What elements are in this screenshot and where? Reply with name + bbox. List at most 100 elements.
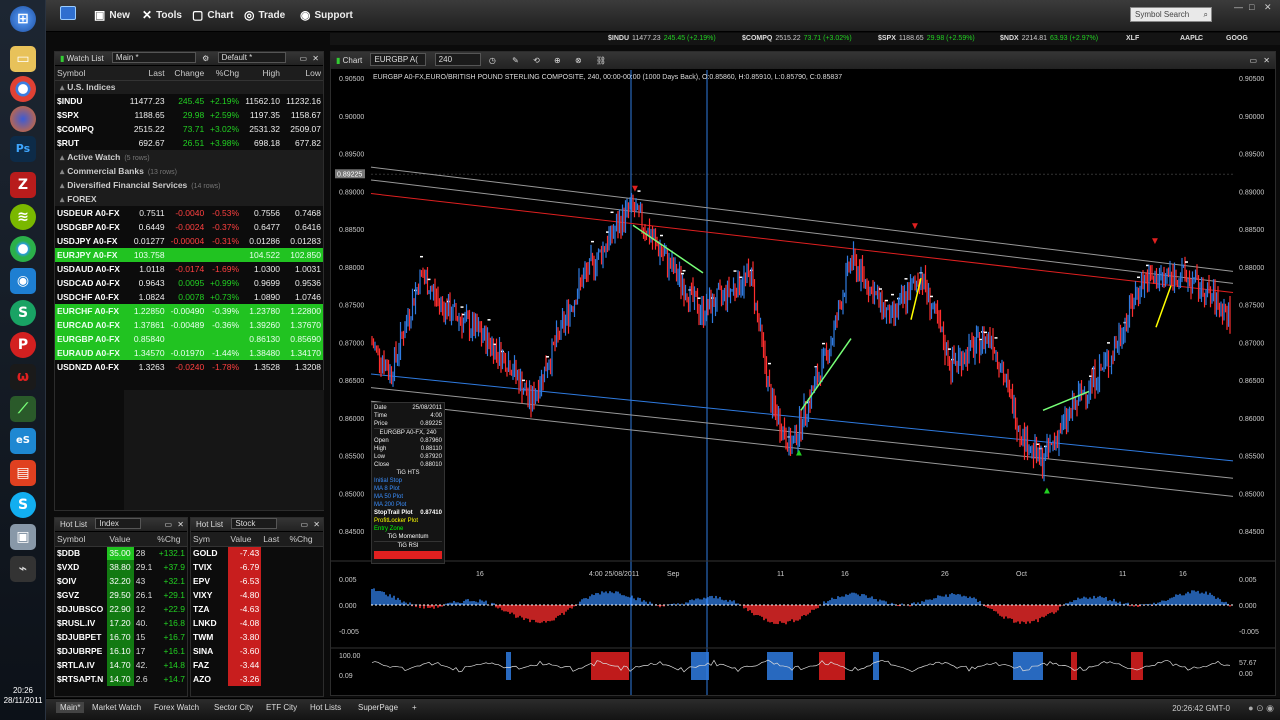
table-row[interactable]: USDNZD A0-FX 1.3263 -0.0240 -1.78% 1.3528 1.3… xyxy=(55,360,323,374)
photoshop-icon[interactable]: Ps xyxy=(10,136,36,162)
ticker-item[interactable]: $NDX 2214.81 63.93 (+2.97%) xyxy=(1000,33,1098,45)
chart-button[interactable]: ▢ Chart xyxy=(192,8,233,22)
group-row[interactable]: ▴ Active Watch (5 rows) xyxy=(55,150,323,164)
filezilla-icon[interactable]: Z xyxy=(10,172,36,198)
bottom-tab[interactable]: Forex Watch xyxy=(154,703,199,712)
collapse-icon[interactable]: ▴ xyxy=(60,194,64,204)
table-row[interactable]: USDAUD A0-FX 1.0118 -0.0174 -1.69% 1.0300 1.0… xyxy=(55,262,323,276)
esignal-icon[interactable]: eS xyxy=(10,428,36,454)
chart-app-icon[interactable]: ⟋ xyxy=(10,396,36,422)
column-header[interactable]: Change xyxy=(166,66,207,81)
bottom-tab[interactable]: Hot Lists xyxy=(310,703,341,712)
maximize-panel-icon[interactable]: ▭ xyxy=(1249,52,1257,70)
close-panel-icon[interactable]: ✕ xyxy=(312,52,319,66)
close-panel-icon[interactable]: ✕ xyxy=(313,518,320,532)
skype-icon[interactable]: S xyxy=(10,492,36,518)
list-select[interactable]: Main * xyxy=(111,52,196,63)
table-row[interactable]: USDCHF A0-FX 1.0824 0.0078 +0.73% 1.0890 1.07… xyxy=(55,290,323,304)
price-chart[interactable]: 0.90500 0.90500 0.90000 0.90000 0.89500 0.895… xyxy=(331,70,1275,695)
table-row[interactable]: USDGBP A0-FX 0.6449 -0.0024 -0.37% 0.6477 0.6… xyxy=(55,220,323,234)
maximize-panel-icon[interactable]: ▭ xyxy=(299,52,307,66)
minimize-button[interactable]: — xyxy=(1234,2,1243,12)
table-row[interactable]: $SPX 1188.65 29.98 +2.59% 1197.35 1158.67 xyxy=(55,108,323,122)
close-button[interactable]: ✕ xyxy=(1264,2,1272,13)
ticker-item[interactable]: $COMPQ 2515.22 73.71 (+3.02%) xyxy=(742,33,852,45)
table-row[interactable]: FAZ -3.44 xyxy=(191,658,323,672)
table-row[interactable]: USDCAD A0-FX 0.9643 0.0095 +0.99% 0.9699 0.95… xyxy=(55,276,323,290)
table-row[interactable]: TVIX -6.79 xyxy=(191,560,323,574)
table-row[interactable]: EURAUD A0-FX 1.34570 -0.01970 -1.44% 1.38480… xyxy=(55,346,323,360)
layout-select[interactable]: Default * xyxy=(217,52,286,63)
column-header[interactable]: Last xyxy=(125,66,167,81)
column-header[interactable]: Low xyxy=(282,66,323,81)
table-row[interactable]: $RTLA.IV 14.70 42. +14.8 xyxy=(55,658,187,672)
table-row[interactable]: EURJPY A0-FX 103.758 104.522 102.850 xyxy=(55,248,323,262)
table-row[interactable]: $GVZ 29.50 26.1 +29.1 xyxy=(55,588,187,602)
pinterest-icon[interactable]: P xyxy=(10,332,36,358)
table-row[interactable]: $DJUBRPE 16.10 17 +16.1 xyxy=(55,644,187,658)
bottom-tab[interactable]: Sector City xyxy=(214,703,253,712)
table-row[interactable]: EURCHF A0-FX 1.22850 -0.00490 -0.39% 1.23780… xyxy=(55,304,323,318)
table-row[interactable]: TWM -3.80 xyxy=(191,630,323,644)
new-button[interactable]: ▣ New xyxy=(94,8,130,22)
maximize-button[interactable]: □ xyxy=(1249,2,1254,12)
symbol-search-input[interactable]: Symbol Search ⌕ xyxy=(1130,7,1212,22)
table-row[interactable]: $DJUBSCO 22.90 12 +22.9 xyxy=(55,602,187,616)
clock-icon[interactable]: ◷ xyxy=(489,56,496,65)
chrome-icon[interactable] xyxy=(10,76,36,102)
table-row[interactable]: $DJUBPET 16.70 15 +16.7 xyxy=(55,630,187,644)
column-header[interactable]: Symbol xyxy=(55,66,126,81)
studies-icon[interactable]: ⊗ xyxy=(575,56,582,65)
table-row[interactable]: LNKD -4.08 xyxy=(191,616,323,630)
spotify-icon[interactable]: ≋ xyxy=(10,204,36,230)
search-icon[interactable]: ⌕ xyxy=(1204,8,1208,21)
table-row[interactable]: $OIV 32.20 43 +32.1 xyxy=(55,574,187,588)
column-header[interactable]: Last xyxy=(261,532,288,547)
skype-s-icon[interactable]: S xyxy=(10,300,36,326)
crosshair-icon[interactable]: ⊕ xyxy=(554,56,561,65)
firefox-icon[interactable] xyxy=(10,106,36,132)
ticker-item[interactable]: $SPX 1188.65 29.98 (+2.59%) xyxy=(878,33,975,45)
table-row[interactable]: $INDU 11477.23 245.45 +2.19% 11562.10 11232.1… xyxy=(55,94,323,108)
tools-button[interactable]: ✕ Tools xyxy=(142,8,182,22)
app-logo-button[interactable] xyxy=(60,6,76,20)
monitor-icon[interactable]: ▣ xyxy=(10,524,36,550)
column-header[interactable]: Symbol xyxy=(55,532,108,547)
table-row[interactable]: AZO -3.26 xyxy=(191,672,323,686)
group-row[interactable]: ▴ Commercial Banks (13 rows) xyxy=(55,164,323,178)
close-panel-icon[interactable]: ✕ xyxy=(1263,52,1270,70)
ticker-item[interactable]: C xyxy=(1198,33,1209,45)
table-row[interactable]: $VXD 38.80 29.1 +37.9 xyxy=(55,560,187,574)
group-row[interactable]: ▴ U.S. Indices xyxy=(55,80,323,94)
table-row[interactable]: GOLD -7.43 xyxy=(191,546,323,560)
chart-symbol-select[interactable]: EURGBP A( xyxy=(370,53,427,66)
folder-icon[interactable]: ▭ xyxy=(10,46,36,72)
column-header[interactable]: %Chg xyxy=(206,66,242,81)
draw-pencil-icon[interactable]: ✎ xyxy=(512,56,519,65)
bottom-tab[interactable]: Market Watch xyxy=(92,703,141,712)
gear-icon[interactable]: ⚙ xyxy=(202,54,209,63)
table-row[interactable]: $RTSAPT.N 14.70 2.6 +14.7 xyxy=(55,672,187,686)
refresh-icon[interactable]: ⟲ xyxy=(533,56,540,65)
opera-icon[interactable]: ω xyxy=(10,364,36,390)
slides-icon[interactable]: ▤ xyxy=(10,460,36,486)
table-row[interactable]: EURGBP A0-FX 0.85840 0.86130 0.85690 xyxy=(55,332,323,346)
usb-icon[interactable]: ⌁ xyxy=(10,556,36,582)
table-row[interactable]: TZA -4.63 xyxy=(191,602,323,616)
column-header[interactable]: Sym xyxy=(191,532,229,547)
ticker-item[interactable]: $INDU 11477.23 245.45 (+2.19%) xyxy=(608,33,716,45)
chart-interval-select[interactable]: 240 xyxy=(434,53,481,66)
column-header[interactable]: %Chg xyxy=(287,532,323,547)
trade-button[interactable]: ◎ Trade xyxy=(244,8,285,22)
group-row[interactable]: ▴ Diversified Financial Services (14 rows) xyxy=(55,178,323,192)
ticker-item[interactable]: GOOG xyxy=(1226,33,1254,45)
bottom-tab[interactable]: Main* xyxy=(56,702,85,713)
support-button[interactable]: ◉ Support xyxy=(300,8,353,22)
table-row[interactable]: SINA -3.60 xyxy=(191,644,323,658)
bottom-tab[interactable]: ETF City xyxy=(266,703,297,712)
table-row[interactable]: VIXY -4.80 xyxy=(191,588,323,602)
chrome-canary-icon[interactable] xyxy=(10,236,36,262)
column-header[interactable]: Value xyxy=(228,532,262,547)
bottom-tab[interactable]: SuperPage xyxy=(358,703,398,712)
collapse-icon[interactable]: ▴ xyxy=(60,152,64,162)
